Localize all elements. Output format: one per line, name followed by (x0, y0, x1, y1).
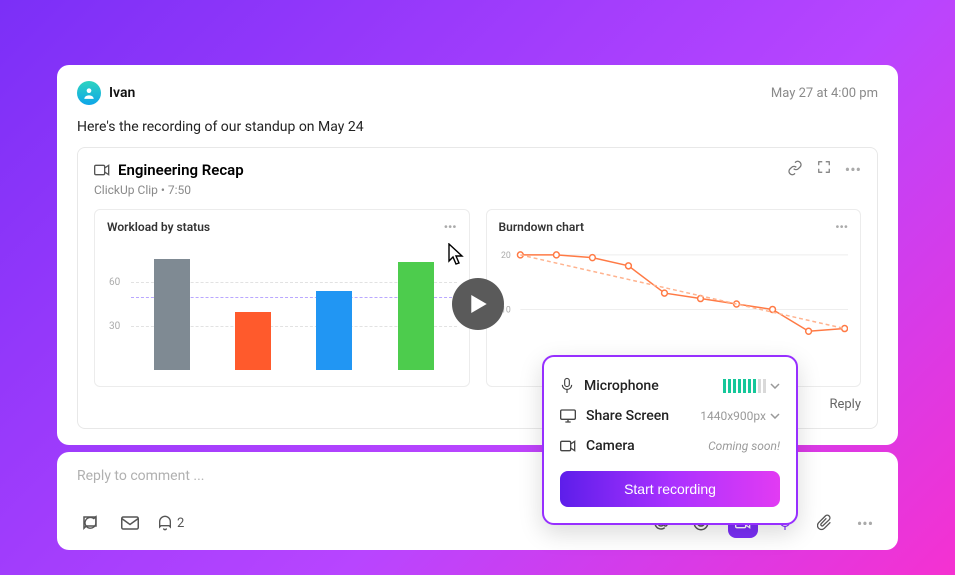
reply-link[interactable]: Reply (829, 397, 861, 412)
play-button[interactable] (452, 278, 504, 330)
svg-text:20: 20 (500, 251, 510, 261)
chevron-down-icon[interactable] (770, 383, 780, 389)
post-header: Ivan May 27 at 4:00 pm (77, 81, 878, 105)
avatar[interactable] (77, 81, 101, 105)
expand-icon[interactable] (817, 160, 831, 179)
workload-chart: Workload by status ••• 3060 (94, 209, 470, 387)
clip-header: Engineering Recap ••• (94, 160, 861, 179)
more-icon[interactable]: ••• (845, 160, 861, 179)
microphone-row[interactable]: Microphone (560, 371, 780, 401)
cursor-icon (448, 243, 466, 265)
comment-icon[interactable] (77, 510, 103, 536)
notification-badge[interactable]: 2 (157, 514, 184, 532)
recording-popover: Microphone Share Screen 1440x900px Camer… (542, 355, 798, 525)
clip-title: Engineering Recap (118, 161, 244, 179)
clip-subtitle: ClickUp Clip • 7:50 (94, 183, 861, 197)
chevron-down-icon[interactable] (770, 413, 780, 419)
camera-row: Camera Coming soon! (560, 431, 780, 461)
video-icon (94, 164, 118, 176)
mail-icon[interactable] (117, 510, 143, 536)
post-body: Here's the recording of our standup on M… (77, 119, 878, 135)
start-recording-button[interactable]: Start recording (560, 471, 780, 507)
attach-icon[interactable] (812, 510, 838, 536)
link-icon[interactable] (787, 160, 803, 179)
chart-more-icon[interactable]: ••• (444, 220, 457, 234)
share-screen-row[interactable]: Share Screen 1440x900px (560, 401, 780, 431)
chart-title: Workload by status (107, 220, 210, 234)
post-timestamp: May 27 at 4:00 pm (771, 86, 878, 101)
chart-more-icon[interactable]: ••• (835, 220, 848, 234)
author-name[interactable]: Ivan (109, 85, 135, 101)
more-icon[interactable]: ••• (852, 510, 878, 536)
chart-title: Burndown chart (499, 220, 584, 234)
mic-level-icon (723, 379, 766, 393)
